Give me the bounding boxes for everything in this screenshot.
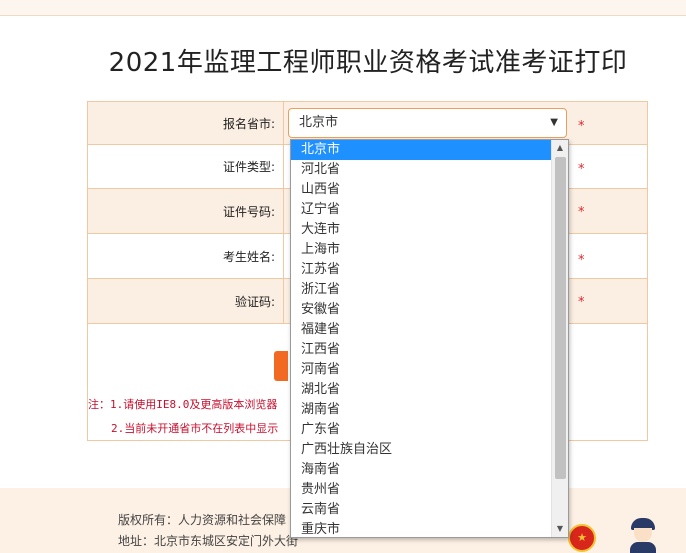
dropdown-option[interactable]: 安徽省 [291, 300, 552, 320]
province-field: 北京市 ▼ * [284, 102, 647, 144]
footer-address: 地址：北京市东城区安定门外大街 [118, 534, 299, 548]
province-label: 报名省市: [88, 102, 284, 144]
dropdown-option[interactable]: 江西省 [291, 340, 552, 360]
dropdown-option[interactable]: 海南省 [291, 460, 552, 480]
dropdown-option[interactable]: 山西省 [291, 180, 552, 200]
police-mascot-icon [628, 518, 658, 553]
id-type-label: 证件类型: [88, 145, 284, 188]
dropdown-option[interactable]: 湖北省 [291, 380, 552, 400]
dropdown-option[interactable]: 大连市 [291, 220, 552, 240]
page-title: 2021年监理工程师职业资格考试准考证打印 [108, 48, 628, 78]
dropdown-option[interactable]: 福建省 [291, 320, 552, 340]
province-dropdown-list[interactable]: 北京市 河北省 山西省 辽宁省 大连市 上海市 江苏省 浙江省 安徽省 福建省 江西省 河南省 湖北省湖… [290, 139, 569, 538]
dropdown-option[interactable]: 广西壮族自治区 [291, 440, 552, 460]
scrollbar-thumb[interactable] [555, 157, 566, 479]
top-band [0, 0, 686, 16]
footer-copyright: 版权所有：人力资源和社会保障 [118, 513, 287, 527]
required-mark: * [578, 295, 585, 310]
note-line-1: 注：1.请使用IE8.0及更高版本浏览器 [88, 398, 278, 411]
required-mark: * [578, 119, 585, 134]
dropdown-scrollbar[interactable]: ▲ ▼ [551, 140, 568, 537]
dropdown-option[interactable]: 河北省 [291, 160, 552, 180]
dropdown-option[interactable]: 河南省 [291, 360, 552, 380]
scroll-up-icon[interactable]: ▲ [552, 140, 568, 156]
dropdown-option[interactable]: 湖南省 [291, 400, 552, 420]
dropdown-option[interactable]: 重庆市 [291, 520, 552, 537]
dropdown-option[interactable]: 贵州省 [291, 480, 552, 500]
dropdown-option[interactable]: 广东省 [291, 420, 552, 440]
dropdown-option[interactable]: 云南省 [291, 500, 552, 520]
dropdown-option[interactable]: 北京市 [291, 140, 552, 160]
required-mark: * [578, 253, 585, 268]
scroll-down-icon[interactable]: ▼ [552, 521, 568, 537]
submit-button[interactable] [274, 351, 288, 381]
dropdown-option[interactable]: 浙江省 [291, 280, 552, 300]
id-number-label: 证件号码: [88, 189, 284, 233]
note-line-2: 2.当前未开通省市不在列表中显示 [111, 422, 279, 435]
dropdown-option[interactable]: 上海市 [291, 240, 552, 260]
captcha-label: 验证码: [88, 279, 284, 323]
required-mark: * [578, 205, 585, 220]
dropdown-option[interactable]: 辽宁省 [291, 200, 552, 220]
dropdown-option[interactable]: 江苏省 [291, 260, 552, 280]
province-select-value: 北京市 [299, 115, 339, 130]
national-emblem-icon: ★ [568, 524, 596, 552]
required-mark: * [578, 162, 585, 177]
name-label: 考生姓名: [88, 234, 284, 278]
province-select[interactable]: 北京市 ▼ [288, 108, 567, 138]
dropdown-options: 北京市 河北省 山西省 辽宁省 大连市 上海市 江苏省 浙江省 安徽省 福建省 江西省 河南省 湖北省湖… [291, 140, 552, 537]
caret-down-icon[interactable]: ▼ [550, 109, 558, 137]
